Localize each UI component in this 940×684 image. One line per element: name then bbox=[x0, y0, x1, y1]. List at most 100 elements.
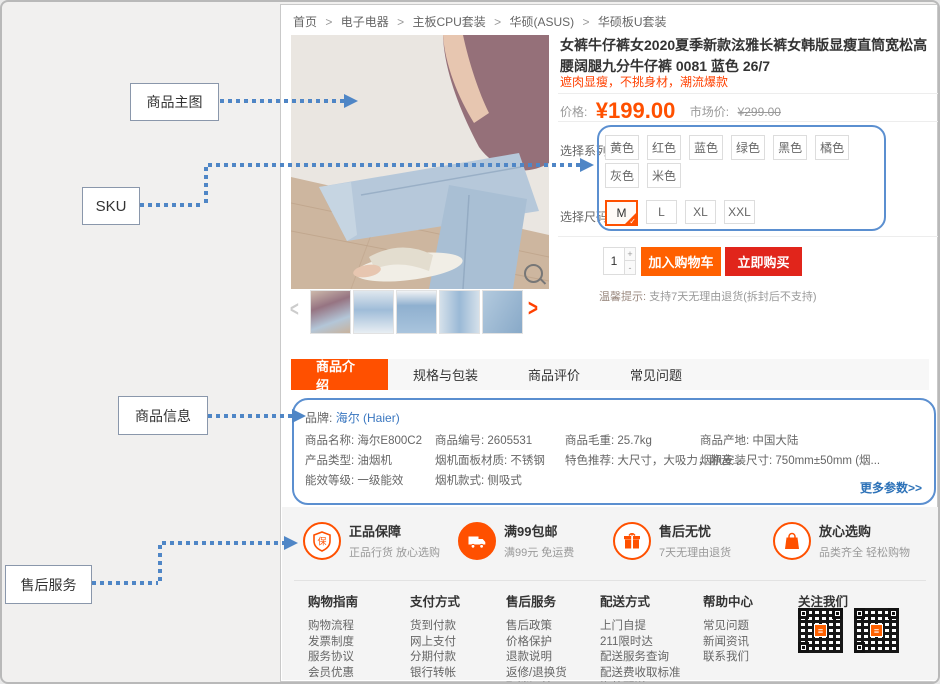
market-price-value: ¥299.00 bbox=[738, 105, 781, 119]
more-params-link[interactable]: 更多参数>> bbox=[860, 479, 922, 496]
buy-now-button[interactable]: 立即购买 bbox=[725, 247, 802, 276]
product-main-image[interactable] bbox=[291, 35, 549, 289]
info-field: 烟机面板材质: 不锈钢 bbox=[435, 451, 545, 471]
footer-link[interactable]: 发票制度 bbox=[308, 635, 358, 651]
breadcrumb-separator: > bbox=[397, 15, 404, 29]
footer-link[interactable]: 购物流程 bbox=[308, 619, 358, 635]
tab-faq[interactable]: 常见问题 bbox=[605, 359, 707, 390]
quantity-increase-button[interactable]: + bbox=[624, 247, 636, 261]
footer-link[interactable]: 新闻资讯 bbox=[703, 635, 753, 651]
bottom-section: 保 正品保障 正品行货 放心选购 bbox=[282, 507, 938, 680]
footer-link[interactable]: 价格保护 bbox=[506, 635, 567, 651]
brand-label: 品牌: bbox=[305, 411, 332, 425]
thumbnail-image[interactable] bbox=[439, 290, 480, 334]
footer-link[interactable]: 分期付款 bbox=[410, 650, 460, 666]
info-field: 产品类型: 油烟机 bbox=[305, 451, 422, 471]
service-desc: 品类齐全 轻松购物 bbox=[819, 544, 910, 560]
prev-arrow-icon[interactable]: < bbox=[290, 298, 299, 322]
service-item: 售后无忧 7天无理由退货 bbox=[613, 521, 731, 560]
breadcrumb-item[interactable]: 主板CPU套装 bbox=[412, 15, 485, 29]
annotation-arrow-line bbox=[220, 99, 344, 103]
tips-text: 支持7天无理由退货(拆封后不支持) bbox=[649, 291, 816, 303]
thumbnail-image[interactable] bbox=[396, 290, 437, 334]
series-option[interactable]: 黑色 bbox=[773, 135, 807, 160]
footer-link[interactable]: 退款说明 bbox=[506, 650, 567, 666]
add-to-cart-button[interactable]: 加入购物车 bbox=[641, 247, 721, 276]
series-label: 选择系列: bbox=[560, 142, 611, 159]
series-option[interactable]: 红色 bbox=[647, 135, 681, 160]
footer-link[interactable]: 配送服务查询 bbox=[600, 650, 681, 666]
tips-label: 温馨提示: bbox=[599, 291, 646, 303]
series-option[interactable]: 米色 bbox=[647, 163, 681, 188]
breadcrumb-item[interactable]: 华硕(ASUS) bbox=[509, 15, 574, 29]
breadcrumb-separator: > bbox=[325, 15, 332, 29]
footer-link[interactable]: 返修/退换货 bbox=[506, 666, 567, 682]
breadcrumb-item[interactable]: 华硕板U套装 bbox=[598, 15, 667, 29]
series-option[interactable]: 黄色 bbox=[605, 135, 639, 160]
annotation-arrowhead-icon bbox=[284, 536, 298, 550]
service-desc: 正品行货 放心选购 bbox=[349, 544, 440, 560]
truck-icon bbox=[458, 522, 496, 560]
annotation-arrow-line bbox=[204, 167, 208, 207]
qr-logo: ≡ bbox=[870, 624, 883, 637]
quantity-stepper: + - bbox=[603, 247, 636, 275]
tab-spec-packaging[interactable]: 规格与包装 bbox=[388, 359, 503, 390]
size-option[interactable]: XXL bbox=[724, 200, 755, 224]
series-option[interactable]: 绿色 bbox=[731, 135, 765, 160]
footer-link[interactable]: 货到付款 bbox=[410, 619, 460, 635]
info-field: 烟机款式: 侧吸式 bbox=[435, 471, 545, 491]
footer-link[interactable]: 211限时达 bbox=[600, 635, 681, 651]
footer-link[interactable]: 会员优惠 bbox=[308, 666, 358, 682]
info-field: 商品产地: 中国大陆 bbox=[700, 431, 880, 451]
breadcrumb-item[interactable]: 电子电器 bbox=[341, 15, 389, 29]
series-options-row: 黄色 红色 蓝色 绿色 黑色 橘色 bbox=[605, 135, 849, 160]
annotation-arrow-line bbox=[140, 203, 204, 207]
service-item: 保 正品保障 正品行货 放心选购 bbox=[303, 521, 440, 560]
size-label: 选择尺码: bbox=[560, 208, 611, 225]
footer-link[interactable]: 服务协议 bbox=[308, 650, 358, 666]
footer-link[interactable]: 网上支付 bbox=[410, 635, 460, 651]
info-column: 商品编号: 2605531 烟机面板材质: 不锈钢 烟机款式: 侧吸式 bbox=[435, 431, 545, 491]
breadcrumb-separator: > bbox=[583, 15, 590, 29]
thumbnail-image[interactable] bbox=[310, 290, 351, 334]
info-field: 商品编号: 2605531 bbox=[435, 431, 545, 451]
series-option[interactable]: 灰色 bbox=[605, 163, 639, 188]
breadcrumb-item[interactable]: 首页 bbox=[293, 15, 317, 29]
footer-link[interactable]: 联系我们 bbox=[703, 650, 753, 666]
detail-tab-bar: 商品介绍 规格与包装 商品评价 常见问题 bbox=[291, 359, 929, 390]
quantity-input[interactable] bbox=[603, 247, 624, 275]
annotation-label-main-image: 商品主图 bbox=[130, 83, 219, 121]
footer-link[interactable]: 常见问题 bbox=[703, 619, 753, 635]
qr-code: ≡ bbox=[854, 608, 899, 653]
footer-link[interactable]: 配送费收取标准 bbox=[600, 666, 681, 682]
footer-link[interactable]: 售后政策 bbox=[506, 619, 567, 635]
price-value: ¥199.00 bbox=[596, 98, 676, 123]
annotation-label-after-sales: 售后服务 bbox=[5, 565, 92, 604]
shield-badge-icon: 保 bbox=[303, 522, 341, 560]
size-option[interactable]: L bbox=[646, 200, 677, 224]
magnifier-icon[interactable] bbox=[524, 264, 543, 283]
footer-column-title: 购物指南 bbox=[308, 591, 358, 610]
footer-link[interactable]: 上门自提 bbox=[600, 619, 681, 635]
thumbnail-image[interactable] bbox=[353, 290, 394, 334]
service-item: 放心选购 品类齐全 轻松购物 bbox=[773, 521, 910, 560]
tab-product-intro[interactable]: 商品介绍 bbox=[291, 359, 388, 390]
divider bbox=[558, 93, 938, 94]
qr-logo: ≡ bbox=[814, 624, 827, 637]
footer-link[interactable]: 银行转帐 bbox=[410, 666, 460, 682]
info-field: 商品名称: 海尔E800C2 bbox=[305, 431, 422, 451]
series-option[interactable]: 蓝色 bbox=[689, 135, 723, 160]
series-option[interactable]: 橘色 bbox=[815, 135, 849, 160]
brand-link[interactable]: 海尔 (Haier) bbox=[336, 411, 400, 425]
tab-reviews[interactable]: 商品评价 bbox=[503, 359, 605, 390]
thumbnail-image[interactable] bbox=[482, 290, 523, 334]
footer-column-title: 帮助中心 bbox=[703, 591, 753, 610]
annotation-arrow-line bbox=[162, 541, 284, 545]
next-arrow-icon[interactable]: > bbox=[528, 295, 538, 323]
size-option-selected[interactable]: M ✓ bbox=[605, 200, 638, 226]
check-icon: ✓ bbox=[629, 217, 636, 226]
quantity-decrease-button[interactable]: - bbox=[624, 261, 636, 275]
size-option[interactable]: XL bbox=[685, 200, 716, 224]
annotation-label-product-info: 商品信息 bbox=[118, 396, 208, 435]
footer-column-title: 支付方式 bbox=[410, 591, 460, 610]
